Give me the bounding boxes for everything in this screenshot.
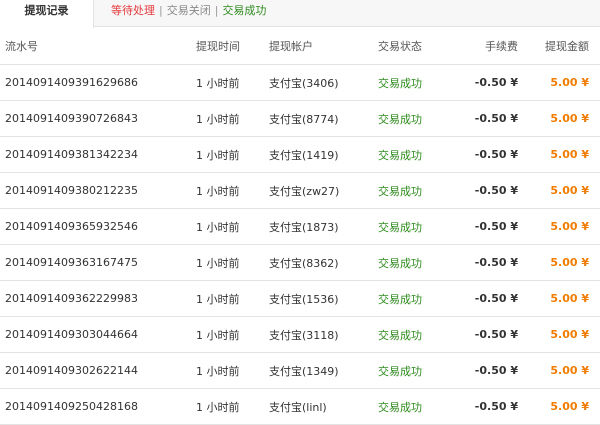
column-header-serial: 流水号 — [5, 39, 38, 53]
amount-value: 5.00 ¥ — [550, 328, 589, 341]
status-text: 交易成功 — [378, 112, 422, 126]
withdraw-account: 支付宝(3406) — [269, 76, 339, 90]
serial-number: 2014091409303044664 — [5, 328, 138, 341]
amount-value: 5.00 ¥ — [550, 220, 589, 233]
amount-value: 5.00 ¥ — [550, 184, 589, 197]
status-filter-bar: 等待处理 | 交易关闭 | 交易成功 — [111, 0, 266, 22]
withdraw-time: 1 小时前 — [196, 220, 240, 234]
tab-withdraw-records[interactable]: 提现记录 — [0, 0, 94, 28]
table-row: 2014091409303044664 1 小时前 支付宝(3118) 交易成功… — [0, 317, 600, 353]
status-text: 交易成功 — [378, 364, 422, 378]
withdraw-time: 1 小时前 — [196, 256, 240, 270]
serial-number: 2014091409381342234 — [5, 148, 138, 161]
fee-value: -0.50 ¥ — [474, 364, 518, 377]
column-header-amount: 提现金额 — [545, 39, 589, 53]
withdraw-account: 支付宝(8774) — [269, 112, 339, 126]
column-header-status: 交易状态 — [378, 39, 422, 53]
table-row: 2014091409362229983 1 小时前 支付宝(1536) 交易成功… — [0, 281, 600, 317]
table-row: 2014091409390726843 1 小时前 支付宝(8774) 交易成功… — [0, 101, 600, 137]
withdraw-time: 1 小时前 — [196, 364, 240, 378]
withdraw-account: 支付宝(zw27) — [269, 184, 340, 198]
withdraw-time: 1 小时前 — [196, 292, 240, 306]
fee-value: -0.50 ¥ — [474, 184, 518, 197]
fee-value: -0.50 ¥ — [474, 148, 518, 161]
serial-number: 2014091409362229983 — [5, 292, 138, 305]
status-text: 交易成功 — [378, 148, 422, 162]
amount-value: 5.00 ¥ — [550, 364, 589, 377]
status-text: 交易成功 — [378, 184, 422, 198]
fee-value: -0.50 ¥ — [474, 76, 518, 89]
status-text: 交易成功 — [378, 256, 422, 270]
column-header-account: 提现帐户 — [269, 39, 313, 53]
tab-bar: 提现记录 等待处理 | 交易关闭 | 交易成功 — [0, 0, 600, 28]
withdraw-time: 1 小时前 — [196, 148, 240, 162]
column-header-fee: 手续费 — [485, 39, 518, 53]
withdraw-account: 支付宝(1419) — [269, 148, 339, 162]
withdraw-time: 1 小时前 — [196, 328, 240, 342]
table-row: 2014091409302622144 1 小时前 支付宝(1349) 交易成功… — [0, 353, 600, 389]
serial-number: 2014091409365932546 — [5, 220, 138, 233]
status-text: 交易成功 — [378, 328, 422, 342]
status-text: 交易成功 — [378, 76, 422, 90]
fee-value: -0.50 ¥ — [474, 292, 518, 305]
fee-value: -0.50 ¥ — [474, 328, 518, 341]
table-row: 2014091409250428168 1 小时前 支付宝(linl) 交易成功… — [0, 389, 600, 425]
amount-value: 5.00 ¥ — [550, 148, 589, 161]
withdraw-time: 1 小时前 — [196, 184, 240, 198]
status-text: 交易成功 — [378, 400, 422, 414]
withdraw-account: 支付宝(1536) — [269, 292, 339, 306]
withdraw-account: 支付宝(linl) — [269, 400, 327, 414]
serial-number: 2014091409380212235 — [5, 184, 138, 197]
column-header-time: 提现时间 — [196, 39, 240, 53]
withdraw-account: 支付宝(3118) — [269, 328, 339, 342]
withdraw-time: 1 小时前 — [196, 400, 240, 414]
withdraw-time: 1 小时前 — [196, 76, 240, 90]
table-header: 流水号 提现时间 提现帐户 交易状态 手续费 提现金额 — [0, 27, 600, 65]
amount-value: 5.00 ¥ — [550, 112, 589, 125]
withdraw-time: 1 小时前 — [196, 112, 240, 126]
withdraw-account: 支付宝(1873) — [269, 220, 339, 234]
filter-pending[interactable]: 等待处理 — [111, 4, 155, 17]
serial-number: 2014091409302622144 — [5, 364, 138, 377]
serial-number: 2014091409391629686 — [5, 76, 138, 89]
filter-separator: | — [159, 4, 163, 17]
table-row: 2014091409391629686 1 小时前 支付宝(3406) 交易成功… — [0, 65, 600, 101]
fee-value: -0.50 ¥ — [474, 256, 518, 269]
amount-value: 5.00 ¥ — [550, 256, 589, 269]
table-row: 2014091409381342234 1 小时前 支付宝(1419) 交易成功… — [0, 137, 600, 173]
table-row: 2014091409365932546 1 小时前 支付宝(1873) 交易成功… — [0, 209, 600, 245]
filter-success[interactable]: 交易成功 — [222, 4, 266, 17]
status-text: 交易成功 — [378, 220, 422, 234]
table-row: 2014091409380212235 1 小时前 支付宝(zw27) 交易成功… — [0, 173, 600, 209]
filter-closed[interactable]: 交易关闭 — [167, 4, 211, 17]
withdraw-account: 支付宝(8362) — [269, 256, 339, 270]
serial-number: 2014091409390726843 — [5, 112, 138, 125]
table-row: 2014091409363167475 1 小时前 支付宝(8362) 交易成功… — [0, 245, 600, 281]
amount-value: 5.00 ¥ — [550, 76, 589, 89]
amount-value: 5.00 ¥ — [550, 292, 589, 305]
serial-number: 2014091409250428168 — [5, 400, 138, 413]
filter-separator: | — [214, 4, 219, 17]
fee-value: -0.50 ¥ — [474, 220, 518, 233]
fee-value: -0.50 ¥ — [474, 112, 518, 125]
fee-value: -0.50 ¥ — [474, 400, 518, 413]
status-text: 交易成功 — [378, 292, 422, 306]
serial-number: 2014091409363167475 — [5, 256, 138, 269]
records-table-body: 2014091409391629686 1 小时前 支付宝(3406) 交易成功… — [0, 65, 600, 425]
withdraw-account: 支付宝(1349) — [269, 364, 339, 378]
amount-value: 5.00 ¥ — [550, 400, 589, 413]
